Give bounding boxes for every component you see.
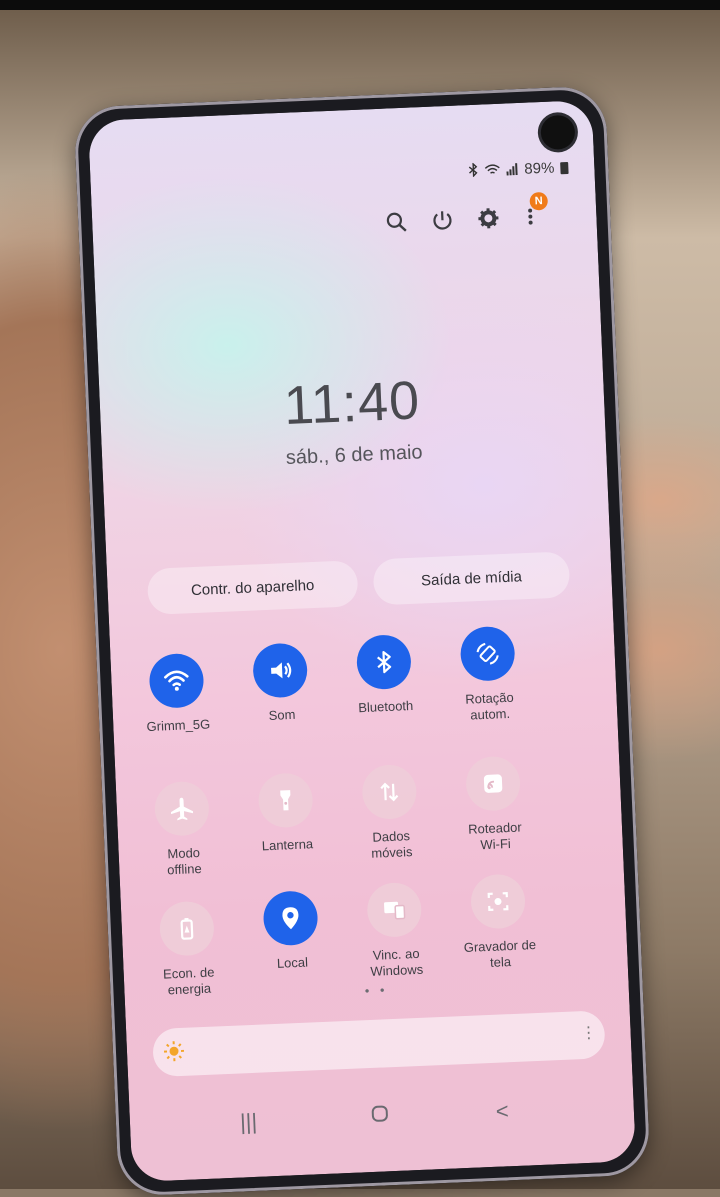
quick-tile-label: Local (237, 953, 348, 974)
airplane-icon[interactable] (154, 781, 210, 837)
quick-tile-label: Gravador de tela (445, 936, 556, 973)
quick-tile-label: Lanterna (232, 835, 343, 856)
quick-settings-panel: Grimm_5GSomBluetoothRotação autom.Modo o… (88, 100, 592, 121)
brightness-icon (163, 1040, 186, 1068)
search-icon[interactable] (382, 208, 411, 237)
media-output-button[interactable]: Saída de mídia (373, 551, 571, 605)
quick-tile-link-windows[interactable]: Vinc. ao Windows (338, 881, 452, 982)
quick-tile-label: Som (227, 705, 338, 726)
battery-icon (560, 161, 568, 173)
bluetooth-icon[interactable] (356, 634, 412, 690)
phone: 89% N 11:40 sáb., 6 de maio Contr. do ap… (73, 85, 650, 1196)
wifi-icon[interactable] (148, 653, 204, 709)
quick-tile-label: Dados móveis (336, 827, 447, 864)
home-button[interactable] (369, 1103, 390, 1130)
mobile-data-icon[interactable] (361, 764, 417, 820)
quick-tile-hotspot[interactable]: Roteador Wi-Fi (437, 754, 551, 855)
battery-percent: 89% (524, 160, 555, 178)
location-icon[interactable] (262, 890, 318, 946)
quick-tile-label: Rotação autom. (434, 688, 545, 725)
back-button[interactable]: < (495, 1098, 509, 1125)
quick-tile-location[interactable]: Local (234, 889, 347, 974)
quick-tile-volume[interactable]: Som (224, 641, 337, 726)
device-control-button[interactable]: Contr. do aparelho (147, 560, 359, 615)
quick-tile-label: Modo offline (128, 843, 239, 880)
navigation-bar: ||| < (130, 1093, 635, 1144)
front-camera (540, 115, 575, 150)
volume-icon[interactable] (252, 642, 308, 698)
quick-tile-mobile-data[interactable]: Dados móveis (333, 763, 447, 864)
hotspot-icon[interactable] (465, 756, 521, 812)
quick-tile-bluetooth[interactable]: Bluetooth (328, 633, 441, 718)
quick-tile-label: Roteador Wi-Fi (440, 818, 551, 855)
recent-apps-button[interactable]: ||| (240, 1109, 258, 1136)
phone-screen: 89% N 11:40 sáb., 6 de maio Contr. do ap… (88, 100, 636, 1182)
lock-time: 11:40 (99, 362, 605, 445)
status-bar: 89% (468, 159, 569, 180)
quick-tile-label: Grimm_5G (123, 715, 234, 736)
quick-tile-screen-recorder[interactable]: Gravador de tela (442, 872, 556, 973)
quick-tile-battery-saver[interactable]: Econ. de energia (131, 899, 245, 1000)
slider-options-icon[interactable]: ⋮ (580, 1023, 597, 1044)
more-icon[interactable]: N (518, 202, 547, 231)
bluetooth-icon (468, 163, 479, 180)
link-windows-icon[interactable] (366, 882, 422, 938)
notification-badge: N (529, 192, 548, 211)
settings-icon[interactable] (474, 204, 503, 233)
quick-tile-label: Vinc. ao Windows (341, 945, 452, 982)
battery-saver-icon[interactable] (159, 900, 215, 956)
quick-tile-airplane[interactable]: Modo offline (126, 779, 240, 880)
screen-recorder-icon[interactable] (470, 873, 526, 929)
quick-tile-auto-rotate[interactable]: Rotação autom. (432, 624, 546, 725)
flashlight-icon[interactable] (257, 772, 313, 828)
quick-tile-wifi[interactable]: Grimm_5G (120, 652, 233, 737)
brightness-slider[interactable]: ⋮ (152, 1010, 606, 1077)
wifi-icon (484, 162, 501, 179)
quick-tile-label: Bluetooth (331, 697, 442, 718)
power-icon[interactable] (428, 206, 457, 235)
signal-icon (506, 162, 519, 178)
top-bar (0, 0, 720, 10)
auto-rotate-icon[interactable] (460, 626, 516, 682)
quick-tile-flashlight[interactable]: Lanterna (230, 771, 343, 856)
